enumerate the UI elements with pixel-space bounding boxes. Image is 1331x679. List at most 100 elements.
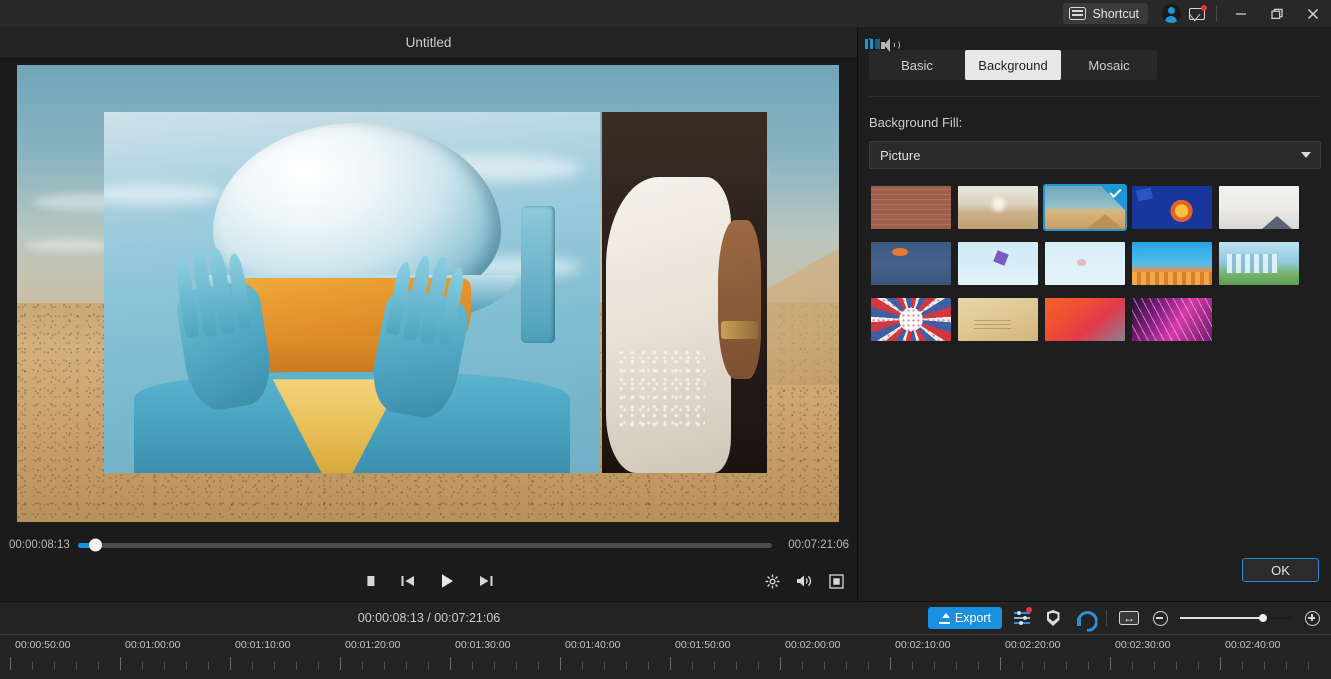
background-fill-label: Background Fill:	[869, 115, 963, 130]
marker-button[interactable]	[1042, 607, 1064, 629]
thumbnail-pale-sky[interactable]	[1043, 240, 1127, 287]
video-preview-canvas[interactable]	[17, 65, 839, 522]
thumbnail-comic-burst[interactable]	[869, 296, 953, 343]
side-video-clip[interactable]	[602, 112, 768, 474]
ruler-label: 00:00:50:00	[15, 639, 71, 651]
ruler-minor-tick	[1044, 662, 1045, 670]
minimize-icon	[1236, 12, 1246, 15]
ruler-minor-tick	[1176, 662, 1177, 670]
stop-icon	[367, 576, 375, 586]
play-icon	[442, 574, 453, 588]
settings-gear-button[interactable]	[765, 574, 780, 589]
background-fill-select[interactable]: Picture	[869, 141, 1321, 169]
ruler-label: 00:02:30:00	[1115, 639, 1171, 651]
shortcut-label: Shortcut	[1092, 6, 1139, 21]
previous-frame-button[interactable]	[400, 574, 416, 588]
ruler-minor-tick	[384, 662, 385, 670]
total-time-label: 00:07:21:06	[788, 539, 849, 551]
thumbnail-sakura-mountain[interactable]	[1217, 184, 1301, 231]
ruler-minor-tick	[428, 662, 429, 670]
title-bar: Shortcut	[0, 0, 1331, 27]
tab-background[interactable]: Background	[965, 50, 1061, 80]
thumbnail-desert-haze[interactable]	[956, 184, 1040, 231]
ruler-label: 00:01:10:00	[235, 639, 291, 651]
ruler-minor-tick	[98, 662, 99, 670]
stop-button[interactable]	[364, 574, 378, 588]
ruler-minor-tick	[934, 662, 935, 670]
chevron-down-icon	[1301, 152, 1311, 158]
ruler-minor-tick	[208, 662, 209, 670]
ruler-minor-tick	[868, 662, 869, 670]
zoom-fill	[1180, 617, 1263, 619]
ruler-tick: 00:01:20:00	[340, 635, 400, 679]
zoom-slider[interactable]	[1180, 611, 1292, 625]
ruler-minor-tick	[142, 662, 143, 670]
upload-icon	[938, 612, 951, 624]
ruler-minor-tick	[714, 662, 715, 670]
background-thumbnail-grid	[869, 184, 1321, 343]
properties-panel: Basic Background Mosaic Background Fill:…	[859, 27, 1331, 601]
ruler-minor-tick	[1308, 662, 1309, 670]
ruler-minor-tick	[1022, 662, 1023, 670]
zoom-handle[interactable]	[1258, 614, 1267, 622]
restore-icon	[1271, 8, 1283, 19]
ruler-minor-tick	[802, 662, 803, 670]
mail-button[interactable]	[1184, 1, 1210, 27]
next-frame-icon	[480, 576, 493, 586]
ruler-minor-tick	[318, 662, 319, 670]
ruler-minor-tick	[758, 662, 759, 670]
close-button[interactable]	[1295, 0, 1331, 27]
thumbnail-comic-boom[interactable]	[1130, 184, 1214, 231]
ruler-minor-tick	[472, 662, 473, 670]
zoom-in-button[interactable]	[1301, 607, 1323, 629]
magnet-snap-button[interactable]	[1073, 607, 1095, 629]
thumbnail-purple-streaks[interactable]	[1130, 296, 1214, 343]
preview-pane: Untitled 00:00:08:13 00:07:21:06	[0, 27, 858, 601]
ruler-tick: 00:01:30:00	[450, 635, 510, 679]
shortcut-button[interactable]: Shortcut	[1063, 3, 1148, 24]
audio-mixer-button[interactable]	[1011, 607, 1033, 629]
audio-mixer-icon	[1014, 610, 1030, 625]
fit-to-window-button[interactable]	[1118, 607, 1140, 629]
ruler-minor-tick	[956, 662, 957, 670]
seek-handle[interactable]	[88, 538, 102, 552]
ruler-minor-tick	[54, 662, 55, 670]
zoom-out-button[interactable]	[1149, 607, 1171, 629]
helmet-tube	[520, 205, 556, 344]
export-button[interactable]: Export	[927, 607, 1002, 629]
thumbnail-orange-gradient[interactable]	[1043, 296, 1127, 343]
user-account-button[interactable]	[1158, 1, 1184, 27]
volume-button[interactable]	[796, 574, 813, 588]
thumbnail-city-sunset[interactable]	[1130, 240, 1214, 287]
ruler-minor-tick	[362, 662, 363, 670]
thumbnail-kites-sky[interactable]	[956, 240, 1040, 287]
arm-shape	[717, 220, 761, 380]
next-frame-button[interactable]	[478, 574, 494, 588]
fullscreen-button[interactable]	[829, 573, 844, 589]
tab-mosaic[interactable]: Mosaic	[1061, 50, 1157, 80]
ok-button[interactable]: OK	[1242, 558, 1319, 582]
seek-slider[interactable]	[77, 538, 773, 552]
tab-basic[interactable]: Basic	[869, 50, 965, 80]
ruler-label: 00:01:40:00	[565, 639, 621, 651]
ruler-minor-tick	[1264, 662, 1265, 670]
ruler-minor-tick	[912, 662, 913, 670]
thumbnail-desert-pyramid[interactable]	[1043, 184, 1127, 231]
notification-badge	[1200, 5, 1207, 11]
play-button[interactable]	[438, 572, 456, 590]
ruler-tick: 00:01:10:00	[230, 635, 290, 679]
ruler-minor-tick	[604, 662, 605, 670]
timeline-ruler[interactable]: 00:00:50:00 00:01:00:00 00:01:10:00 00:01:2…	[0, 634, 1331, 679]
main-video-clip[interactable]	[104, 112, 600, 474]
thumbnail-sea-sunset[interactable]	[869, 240, 953, 287]
magnet-snap-icon	[1076, 611, 1093, 626]
thumbnail-brick-wall[interactable]	[869, 184, 953, 231]
minimize-button[interactable]	[1223, 0, 1259, 27]
thumbnail-parchment[interactable]	[956, 296, 1040, 343]
ruler-minor-tick	[164, 662, 165, 670]
ruler-tick: 00:02:30:00	[1110, 635, 1170, 679]
restore-button[interactable]	[1259, 0, 1295, 27]
panel-divider	[869, 96, 1321, 97]
ruler-minor-tick	[1132, 662, 1133, 670]
thumbnail-green-city[interactable]	[1217, 240, 1301, 287]
